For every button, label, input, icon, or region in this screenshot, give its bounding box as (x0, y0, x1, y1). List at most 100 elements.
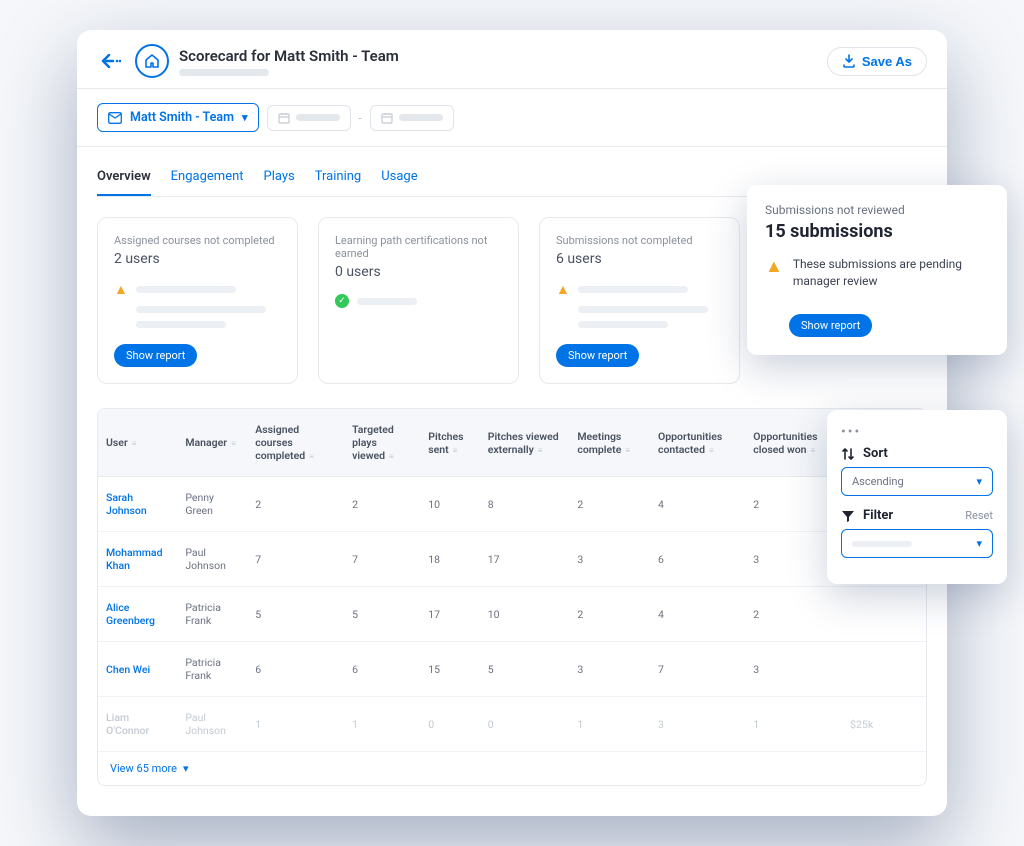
date-to-picker[interactable] (370, 105, 454, 131)
cell-value: $25k (842, 697, 926, 752)
table-row: Chen WeiPatricia Frank66155373 (98, 642, 926, 697)
app-window: Scorecard for Matt Smith - Team Save As … (77, 30, 947, 816)
warning-icon: ▲ (114, 281, 128, 298)
cell-value: 5 (480, 642, 570, 697)
user-link[interactable]: Alice Greenberg (106, 601, 155, 627)
cell-value (842, 587, 926, 642)
cell-value: 6 (344, 642, 420, 697)
cell-value: 1 (569, 697, 650, 752)
submissions-popup: Submissions not reviewed 15 submissions … (747, 185, 1007, 355)
cell-value: 17 (420, 587, 480, 642)
popup-label: Submissions not reviewed (765, 203, 989, 217)
header: Scorecard for Matt Smith - Team Save As (77, 30, 947, 89)
cell-value: 3 (569, 532, 650, 587)
chevron-down-icon: ▾ (976, 537, 982, 550)
user-link[interactable]: Sarah Johnson (106, 491, 147, 517)
cell-value: 5 (247, 587, 344, 642)
calendar-icon (381, 112, 393, 124)
users-table: User≡ Manager≡ Assigned courses complete… (97, 408, 927, 786)
tab-engagement[interactable]: Engagement (171, 163, 244, 196)
more-icon[interactable]: ••• (841, 424, 993, 440)
col-opp-contacted[interactable]: Opportunities contacted≡ (650, 409, 745, 477)
filter-icon (841, 509, 855, 523)
cell-manager: Patricia Frank (177, 642, 247, 697)
date-separator: - (359, 111, 362, 125)
tab-plays[interactable]: Plays (264, 163, 295, 196)
cell-value: 6 (650, 532, 745, 587)
home-button[interactable] (135, 44, 169, 78)
table-row: Liam O'ConnorPaul Johnson1100131$25k (98, 697, 926, 752)
cell-value: 10 (420, 477, 480, 532)
col-meetings[interactable]: Meetings complete≡ (569, 409, 650, 477)
show-report-button[interactable]: Show report (114, 344, 197, 367)
table-row: Mohammad KhanPaul Johnson771817363 (98, 532, 926, 587)
date-from-picker[interactable] (267, 105, 351, 131)
sort-icon (841, 447, 855, 461)
card-certifications: Learning path certifications not earned … (318, 217, 519, 384)
cell-value: 15 (420, 642, 480, 697)
tab-overview[interactable]: Overview (97, 163, 151, 196)
cell-value: 8 (480, 477, 570, 532)
check-icon: ✓ (335, 294, 349, 308)
cell-value: 4 (650, 587, 745, 642)
cell-value: 10 (480, 587, 570, 642)
col-manager[interactable]: Manager≡ (177, 409, 247, 477)
cell-value: 7 (650, 642, 745, 697)
cell-value: 3 (569, 642, 650, 697)
show-report-button[interactable]: Show report (789, 314, 872, 337)
chevron-down-icon: ▾ (976, 475, 982, 488)
tab-usage[interactable]: Usage (381, 163, 417, 196)
cell-manager: Paul Johnson (177, 697, 247, 752)
cell-manager: Patricia Frank (177, 587, 247, 642)
cell-value: 0 (420, 697, 480, 752)
popup-value: 15 submissions (765, 221, 989, 242)
show-report-button[interactable]: Show report (556, 344, 639, 367)
col-pitches-sent[interactable]: Pitches sent≡ (420, 409, 480, 477)
cell-value: 1 (745, 697, 842, 752)
team-selector[interactable]: Matt Smith - Team ▾ (97, 103, 259, 132)
cell-value: 6 (247, 642, 344, 697)
chevron-down-icon: ▾ (242, 111, 248, 124)
cell-value: 2 (745, 587, 842, 642)
download-icon (842, 54, 856, 68)
table-row: Alice GreenbergPatricia Frank551710242 (98, 587, 926, 642)
tab-training[interactable]: Training (315, 163, 361, 196)
table-row: Sarah JohnsonPenny Green22108242 (98, 477, 926, 532)
cell-value: 2 (569, 477, 650, 532)
filter-select[interactable]: ▾ (841, 529, 993, 558)
warning-icon: ▲ (556, 281, 570, 298)
cell-value: 4 (650, 477, 745, 532)
cell-value: 7 (344, 532, 420, 587)
col-pitches-viewed[interactable]: Pitches viewed externally≡ (480, 409, 570, 477)
calendar-icon (278, 112, 290, 124)
cell-value: 7 (247, 532, 344, 587)
sort-select[interactable]: Ascending ▾ (841, 467, 993, 496)
cell-value: 2 (569, 587, 650, 642)
toolbar: Matt Smith - Team ▾ - (77, 89, 947, 147)
save-as-button[interactable]: Save As (827, 47, 927, 76)
cell-value: 18 (420, 532, 480, 587)
view-more-link[interactable]: View 65 more ▾ (98, 752, 926, 785)
warning-icon: ▲ (765, 256, 783, 290)
reset-link[interactable]: Reset (965, 509, 993, 522)
cell-value: 0 (480, 697, 570, 752)
cell-value: 2 (247, 477, 344, 532)
table-header-row: User≡ Manager≡ Assigned courses complete… (98, 409, 926, 477)
back-button[interactable] (97, 47, 125, 75)
col-plays[interactable]: Targeted plays viewed≡ (344, 409, 420, 477)
mail-icon (108, 112, 122, 124)
page-title: Scorecard for Matt Smith - Team (179, 47, 817, 65)
card-assigned-courses: Assigned courses not completed 2 users ▲… (97, 217, 298, 384)
user-link[interactable]: Mohammad Khan (106, 546, 163, 572)
cell-value: 1 (344, 697, 420, 752)
cell-value (842, 642, 926, 697)
cell-value: 5 (344, 587, 420, 642)
cell-manager: Paul Johnson (177, 532, 247, 587)
cell-value: 17 (480, 532, 570, 587)
cell-value: 3 (745, 642, 842, 697)
col-user[interactable]: User≡ (98, 409, 177, 477)
user-link[interactable]: Chen Wei (106, 663, 150, 676)
col-courses[interactable]: Assigned courses completed≡ (247, 409, 344, 477)
popup-message: These submissions are pending manager re… (793, 256, 989, 290)
user-link[interactable]: Liam O'Connor (106, 711, 149, 737)
